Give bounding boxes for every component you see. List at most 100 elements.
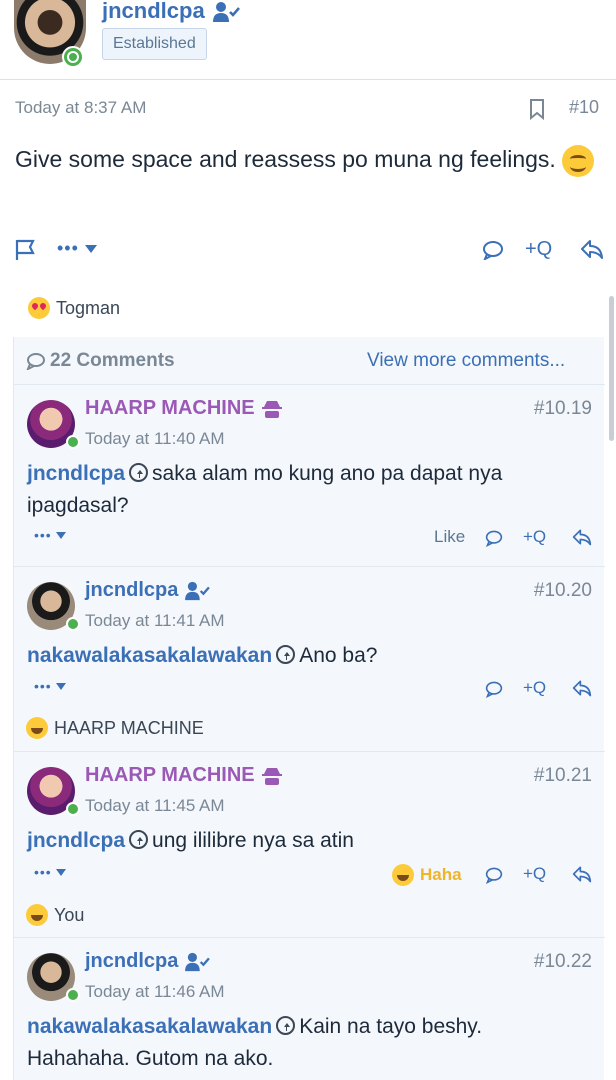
- haha-label: Haha: [420, 865, 462, 884]
- post-body-text: Give some space and reassess po muna ng …: [15, 146, 556, 172]
- comment-author-name: HAARP MACHINE: [85, 764, 255, 786]
- comment-icon[interactable]: [485, 866, 503, 884]
- chevron-down-icon: [55, 682, 66, 690]
- comment-number[interactable]: #10.22: [534, 951, 592, 973]
- reply-icon[interactable]: [580, 238, 604, 260]
- author-username[interactable]: jncndlcpa: [102, 0, 205, 24]
- multi-quote-button[interactable]: +Q: [523, 527, 546, 547]
- comment-number[interactable]: #10.21: [534, 765, 592, 787]
- comment-time[interactable]: Today at 11:46 AM: [85, 982, 225, 1002]
- online-status-icon: [66, 988, 80, 1002]
- comment-text: ung ililibre nya sa atin: [152, 829, 354, 852]
- post-reaction-summary[interactable]: Togman: [28, 297, 120, 319]
- mention-arrow-icon[interactable]: [129, 463, 149, 482]
- more-options-button[interactable]: •••: [34, 527, 66, 543]
- mention-link[interactable]: jncndlcpa: [27, 829, 125, 852]
- online-status-icon: [66, 617, 80, 631]
- mention-arrow-icon[interactable]: [129, 830, 149, 849]
- reply-icon[interactable]: [572, 678, 592, 698]
- mention-link[interactable]: jncndlcpa: [27, 462, 125, 485]
- view-more-comments-link[interactable]: View more comments...: [367, 350, 565, 372]
- haha-reaction-button[interactable]: Haha: [392, 864, 462, 886]
- mention-arrow-icon[interactable]: [276, 1016, 296, 1035]
- comment-time[interactable]: Today at 11:45 AM: [85, 796, 225, 816]
- post-timestamp[interactable]: Today at 8:37 AM: [15, 98, 146, 118]
- comment-author[interactable]: jncndlcpa: [85, 579, 211, 602]
- more-options-icon: •••: [34, 678, 52, 694]
- more-options-button[interactable]: •••: [34, 864, 66, 880]
- comment-action-bar: ••• Haha +Q: [14, 864, 605, 890]
- chevron-down-icon: [55, 868, 66, 876]
- chevron-down-icon: [55, 531, 66, 539]
- heart-eyes-emoji-icon: [28, 297, 50, 319]
- bookmark-icon[interactable]: [528, 98, 546, 120]
- mention-arrow-icon[interactable]: [276, 645, 296, 664]
- reaction-user[interactable]: Togman: [56, 298, 120, 319]
- laughing-emoji-icon: [26, 717, 48, 739]
- post-action-bar: ••• +Q: [0, 236, 616, 266]
- comment-action-bar: ••• +Q: [14, 678, 605, 704]
- comment-body: nakawalakasakalawakan Kain na tayo beshy.…: [27, 1011, 587, 1075]
- more-options-icon: •••: [34, 864, 52, 880]
- mention-link[interactable]: nakawalakasakalawakan: [27, 1015, 272, 1038]
- multi-quote-button[interactable]: +Q: [523, 864, 546, 884]
- incognito-icon: [261, 400, 282, 418]
- incognito-icon: [261, 767, 282, 785]
- comment-time[interactable]: Today at 11:41 AM: [85, 611, 225, 631]
- reaction-user[interactable]: HAARP MACHINE: [54, 718, 204, 739]
- comment-icon[interactable]: [485, 680, 503, 698]
- flag-icon[interactable]: [14, 238, 36, 262]
- comment-time[interactable]: Today at 11:40 AM: [85, 429, 225, 449]
- reaction-user[interactable]: You: [54, 905, 84, 926]
- online-status-icon: [62, 46, 84, 68]
- reply-icon[interactable]: [572, 527, 592, 547]
- more-options-icon: •••: [34, 527, 52, 543]
- comment-reaction-summary[interactable]: You: [26, 904, 84, 926]
- comment-reaction-summary[interactable]: HAARP MACHINE: [26, 717, 204, 739]
- multi-quote-button[interactable]: +Q: [523, 678, 546, 698]
- laughing-emoji-icon: [26, 904, 48, 926]
- comment-number[interactable]: #10.20: [534, 580, 592, 602]
- comment-item: jncndlcpa Today at 11:46 AM #10.22 nakaw…: [14, 938, 605, 1080]
- post-number[interactable]: #10: [569, 97, 599, 118]
- comments-section: 22 Comments View more comments... HAARP …: [13, 337, 605, 1080]
- user-check-icon: [213, 2, 240, 22]
- laughing-emoji-icon: [392, 864, 414, 886]
- comment-author-name: HAARP MACHINE: [85, 397, 255, 419]
- comment-icon[interactable]: [482, 240, 504, 260]
- comments-count-label: 22 Comments: [50, 350, 175, 371]
- post-author-header: jncndlcpa Established: [0, 0, 616, 80]
- more-options-button[interactable]: •••: [57, 238, 97, 259]
- chevron-down-icon: [84, 244, 97, 253]
- user-check-icon: [185, 952, 211, 971]
- more-options-icon: •••: [57, 238, 79, 258]
- post-body: Give some space and reassess po muna ng …: [15, 140, 605, 178]
- user-check-icon: [185, 581, 211, 600]
- comment-text: Ano ba?: [299, 644, 378, 667]
- comment-item: HAARP MACHINE Today at 11:40 AM #10.19 j…: [14, 385, 605, 567]
- multi-quote-button[interactable]: +Q: [525, 238, 552, 261]
- comment-icon: [26, 353, 45, 370]
- comment-author-name: jncndlcpa: [85, 950, 179, 972]
- comment-number[interactable]: #10.19: [534, 398, 592, 420]
- comments-header: 22 Comments View more comments...: [14, 337, 605, 385]
- comment-body: jncndlcpa saka alam mo kung ano pa dapat …: [27, 458, 587, 522]
- like-button[interactable]: Like: [434, 527, 465, 547]
- comment-author[interactable]: HAARP MACHINE: [85, 764, 283, 787]
- comment-item: HAARP MACHINE Today at 11:45 AM #10.21 j…: [14, 752, 605, 938]
- comment-item: jncndlcpa Today at 11:41 AM #10.20 nakaw…: [14, 567, 605, 752]
- comment-action-bar: ••• Like +Q: [14, 527, 605, 553]
- mention-link[interactable]: nakawalakasakalawakan: [27, 644, 272, 667]
- more-options-button[interactable]: •••: [34, 678, 66, 694]
- online-status-icon: [66, 435, 80, 449]
- comment-body: nakawalakasakalawakan Ano ba?: [27, 640, 587, 672]
- scrollbar[interactable]: [609, 296, 614, 441]
- reply-icon[interactable]: [572, 864, 592, 884]
- comment-body: jncndlcpa ung ililibre nya sa atin: [27, 825, 587, 857]
- comment-author[interactable]: jncndlcpa: [85, 950, 211, 973]
- online-status-icon: [66, 802, 80, 816]
- comment-author[interactable]: HAARP MACHINE: [85, 397, 283, 420]
- comments-count[interactable]: 22 Comments: [26, 350, 175, 372]
- comment-icon[interactable]: [485, 529, 503, 547]
- user-rank-badge: Established: [102, 28, 207, 60]
